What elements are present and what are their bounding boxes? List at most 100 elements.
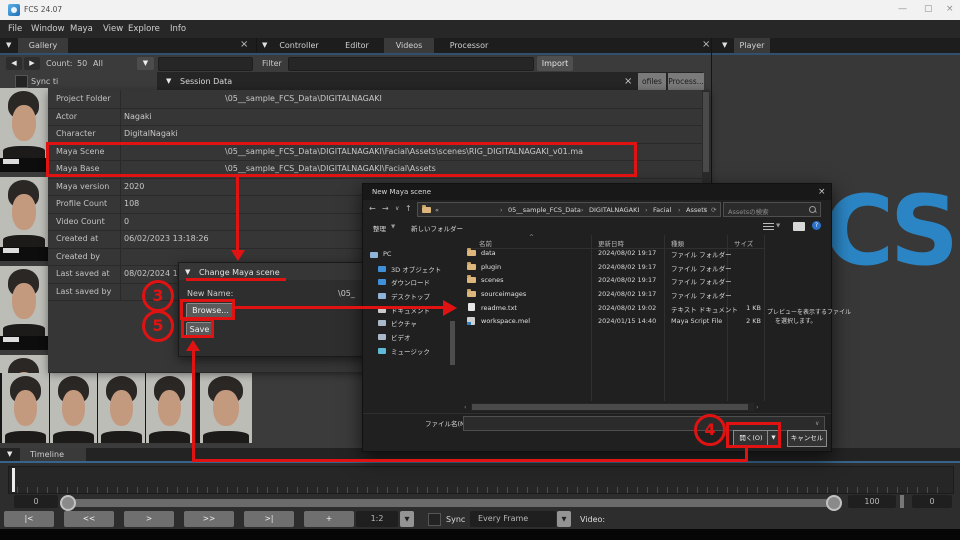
range-mini-handle[interactable] [900,495,904,508]
menu-file[interactable]: File [8,24,22,34]
column-date[interactable]: 更新日時 [598,238,624,248]
organize-button[interactable]: 整理 [373,223,386,233]
hscroll-thumb[interactable] [472,404,748,410]
nav-history-icon[interactable]: ∨ [395,205,399,212]
hscroll-left-icon[interactable]: ‹ [464,403,467,411]
ratio-dropdown-icon[interactable]: ▼ [400,511,414,527]
sync-frame-checkbox[interactable] [428,513,441,526]
file-name[interactable]: data [481,249,496,257]
step-back-button[interactable]: << [64,511,114,527]
new-folder-button[interactable]: 新しいフォルダー [411,223,463,233]
tab-player[interactable]: Player [734,38,770,53]
offset-box[interactable]: 0 [912,495,952,508]
column-name[interactable]: 名前 [479,238,492,248]
file-name[interactable]: sourceimages [481,290,526,298]
tab-videos[interactable]: Videos [384,38,434,53]
range-slider-track[interactable] [62,499,840,507]
tab-profiles-partial[interactable]: ofiles [638,73,666,90]
column-size[interactable]: サイズ [734,238,753,248]
place-item[interactable]: ダウンロード [391,277,430,287]
list-view-icon[interactable] [763,223,774,231]
file-dialog-close-icon[interactable]: × [818,187,826,197]
tab-controller[interactable]: Controller [268,38,330,53]
timeline-track[interactable] [8,466,954,494]
view-dropdown-icon[interactable]: ▼ [776,223,780,229]
range-handle-end[interactable] [826,495,842,511]
session-close-icon[interactable]: × [624,76,632,87]
hscroll-track[interactable] [471,403,754,411]
timeline-playhead[interactable] [12,468,15,492]
session-panel-title[interactable]: Session Data [180,77,232,86]
face-thumbnail[interactable] [0,88,48,172]
current-frame-box[interactable]: 0 [14,495,58,508]
place-item[interactable]: デスクトップ [391,291,430,301]
breadcrumb-segment[interactable]: Facial [653,206,671,214]
file-name[interactable]: workspace.mel [481,317,530,325]
expression-strip[interactable] [0,373,252,443]
cancel-button[interactable]: キャンセル [787,430,827,447]
file-name[interactable]: plugin [481,263,501,271]
breadcrumb-segment[interactable]: 05__sample_FCS_Data [508,206,581,214]
preview-pane-icon[interactable] [793,222,805,231]
nav-forward-icon[interactable]: → [382,204,389,213]
place-item[interactable]: ミュージック [391,346,430,356]
file-name[interactable]: scenes [481,276,503,284]
minimize-button[interactable]: — [898,4,907,14]
frame-mode-dropdown-icon[interactable]: ▼ [557,511,571,527]
column-type[interactable]: 種類 [671,238,684,248]
sidebar-scrollbar[interactable] [450,321,455,365]
hscroll-right-icon[interactable]: › [756,403,759,411]
nav-up-icon[interactable]: ↑ [405,204,412,213]
filename-dropdown-icon[interactable]: ∨ [815,420,819,427]
search-box[interactable]: Assetsの検索 [723,202,821,217]
tab-processor[interactable]: Processor [436,38,502,53]
organize-dropdown-icon[interactable]: ▼ [391,224,395,230]
place-item[interactable]: PC [383,250,391,258]
count-input[interactable] [158,57,253,71]
ratio-box[interactable]: 1:2 [356,511,398,527]
file-name[interactable]: readme.txt [481,304,517,312]
gallery-next-button[interactable]: ▶ [24,57,40,70]
add-button[interactable]: + [304,511,354,527]
refresh-icon[interactable]: ⟳ [711,206,716,214]
center-close-icon[interactable]: × [702,39,710,50]
session-collapse-icon[interactable]: ▼ [166,77,171,85]
gallery-prev-button[interactable]: ◀ [6,57,22,70]
menu-info[interactable]: Info [170,24,186,34]
pane-menu-icon-2[interactable]: ▼ [262,41,267,49]
popup-collapse-icon[interactable]: ▼ [185,268,190,276]
go-start-button[interactable]: |< [4,511,54,527]
step-forward-button[interactable]: >> [184,511,234,527]
count-dropdown-button[interactable]: ▼ [137,57,154,70]
help-icon[interactable]: ? [812,221,821,230]
pane-menu-icon-3[interactable]: ▼ [722,41,727,49]
new-name-value[interactable]: \05_ [338,289,355,298]
menu-view[interactable]: View [103,24,123,34]
tab-gallery[interactable]: Gallery [18,38,68,53]
go-end-button[interactable]: >| [244,511,294,527]
place-item[interactable]: ビデオ [391,332,411,342]
breadcrumb-bar[interactable]: « › 05__sample_FCS_Data › DIGITALNAGAKI … [417,202,721,217]
frame-mode-dropdown[interactable]: Every Frame [470,511,556,527]
close-window-button[interactable]: × [946,4,954,14]
menu-window[interactable]: Window [31,24,65,34]
tab-process-partial[interactable]: Process... [668,73,704,90]
breadcrumb-dropdown-icon[interactable]: ∨ [703,206,707,213]
timeline-collapse-icon[interactable]: ▼ [7,450,12,458]
pane-menu-icon[interactable]: ▼ [6,41,11,49]
face-thumbnail[interactable] [0,177,48,261]
maximize-button[interactable]: ▢ [924,4,933,14]
sync-checkbox[interactable] [15,75,28,88]
menu-explore[interactable]: Explore [128,24,160,34]
filter-input[interactable] [288,57,534,71]
tab-timeline[interactable]: Timeline [20,448,86,461]
menu-maya[interactable]: Maya [70,24,93,34]
import-button[interactable]: Import [537,56,573,71]
play-button[interactable]: > [124,511,174,527]
place-item[interactable]: ピクチャ [391,318,417,328]
gallery-close-icon[interactable]: × [240,39,248,50]
range-handle-start[interactable] [60,495,76,511]
place-item[interactable]: 3D オブジェクト [391,264,441,274]
nav-back-icon[interactable]: ← [369,204,376,213]
range-max-box[interactable]: 100 [848,495,896,508]
